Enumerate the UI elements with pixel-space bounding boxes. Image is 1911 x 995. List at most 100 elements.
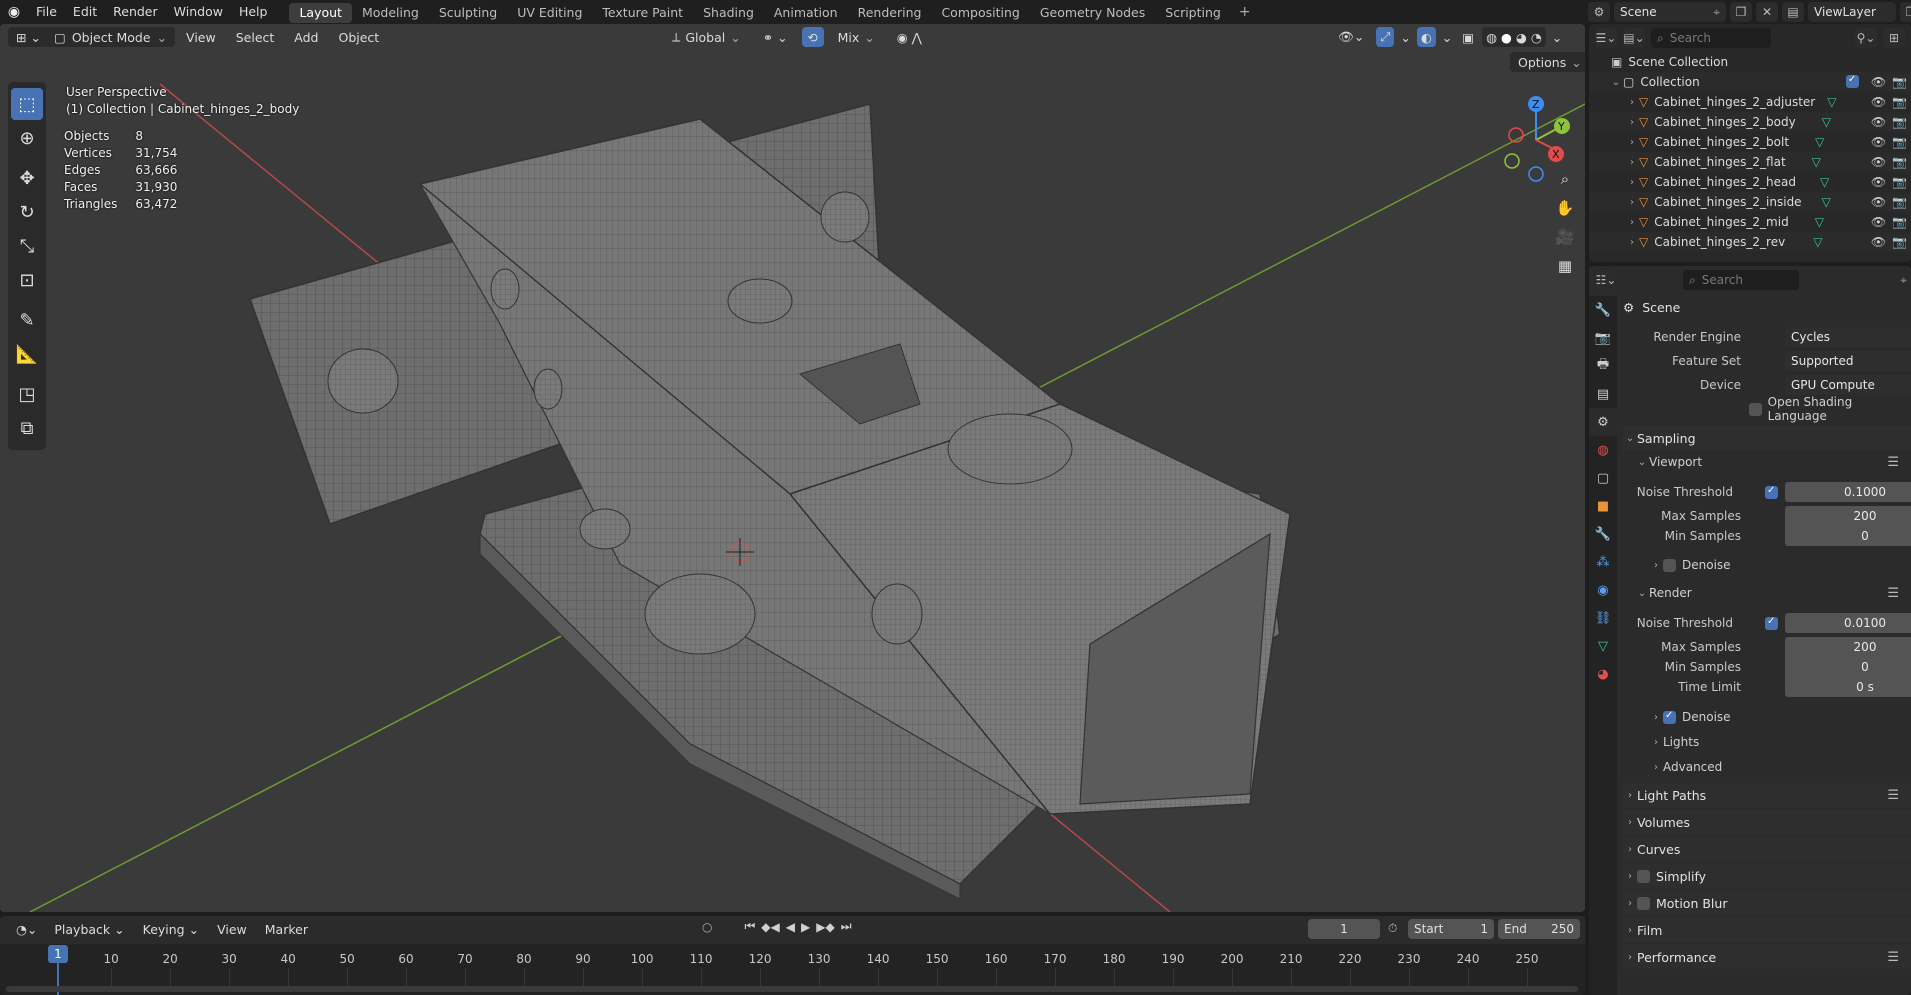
lights-subpanel[interactable]: › Lights bbox=[1649, 731, 1911, 753]
tab-shading[interactable]: Shading bbox=[693, 3, 764, 23]
tab-modeling[interactable]: Modeling bbox=[352, 3, 429, 23]
add-workspace-icon[interactable]: + bbox=[1231, 4, 1259, 20]
eye-icon[interactable]: 👁 bbox=[1871, 135, 1886, 149]
mesh-data-icon[interactable]: ▽ bbox=[1822, 115, 1831, 129]
mesh-data-icon[interactable]: ▽ bbox=[1820, 175, 1829, 189]
gizmo-toggle-icon[interactable]: ⤢ bbox=[1376, 27, 1395, 47]
max-samples-field[interactable]: 200 bbox=[1785, 506, 1911, 526]
properties-search-input[interactable]: ⌕ Search bbox=[1683, 270, 1799, 290]
time-limit-field[interactable]: 0 s bbox=[1785, 677, 1911, 697]
eye-icon[interactable]: 👁 bbox=[1871, 175, 1886, 189]
snap-mode-dropdown[interactable]: Mix ⌄ bbox=[830, 27, 883, 47]
camera-icon[interactable]: 📷 bbox=[1892, 235, 1907, 249]
xray-icon[interactable]: ▣ bbox=[1458, 27, 1478, 47]
camera-icon[interactable]: 📷 bbox=[1892, 155, 1907, 169]
scene-tab-icon[interactable]: ⚙ bbox=[1589, 408, 1617, 436]
chevron-right-icon[interactable]: › bbox=[1625, 157, 1639, 168]
menu-keying[interactable]: Keying ⌄ bbox=[134, 922, 208, 937]
options-button[interactable]: Options ⌄ bbox=[1510, 52, 1585, 72]
menu-playback[interactable]: Playback ⌄ bbox=[45, 922, 133, 937]
shading-dropdown-icon[interactable]: ⌄ bbox=[1550, 27, 1564, 47]
mesh-data-icon[interactable]: ▽ bbox=[1827, 95, 1836, 109]
chevron-right-icon[interactable]: › bbox=[1625, 217, 1639, 228]
outliner-object-row[interactable]: › ▽ Cabinet_hinges_2_inside ▽ 👁 📷 bbox=[1589, 192, 1911, 212]
sampling-panel-header[interactable]: ⌄ Sampling bbox=[1623, 426, 1911, 450]
outliner-object-row[interactable]: › ▽ Cabinet_hinges_2_flat ▽ 👁 📷 bbox=[1589, 152, 1911, 172]
timeline-scrollbar[interactable] bbox=[6, 986, 1578, 992]
start-frame-field[interactable]: Start 1 bbox=[1408, 919, 1494, 939]
viewport-subpanel-header[interactable]: ⌄ Viewport ☰ bbox=[1635, 451, 1911, 473]
menu-edit[interactable]: Edit bbox=[65, 0, 105, 24]
zoom-icon[interactable]: ⌕ bbox=[1552, 166, 1578, 192]
add-cube-tool-icon[interactable]: ◳ bbox=[11, 378, 43, 410]
denoise-checkbox[interactable] bbox=[1663, 710, 1676, 724]
light-paths-panel[interactable]: › Light Paths ☰ bbox=[1623, 783, 1911, 807]
camera-icon[interactable]: 📷 bbox=[1892, 215, 1907, 229]
proportional-edit-icon[interactable]: ◉ ⋀ bbox=[889, 27, 930, 47]
data-tab-icon[interactable]: ▽ bbox=[1589, 632, 1617, 660]
tool-tab-icon[interactable]: 🔧 bbox=[1589, 296, 1617, 324]
display-mode-icon[interactable]: ▤⌄ bbox=[1623, 28, 1645, 48]
transform-tool-icon[interactable]: ⊡ bbox=[11, 264, 43, 296]
outliner-scene-collection[interactable]: ▣ Scene Collection bbox=[1589, 52, 1911, 72]
new-view-layer-icon[interactable]: ❐ bbox=[1900, 2, 1911, 22]
editor-type-button[interactable]: ⊞ ⌄ bbox=[8, 27, 49, 47]
camera-icon[interactable]: 📷 bbox=[1892, 75, 1907, 89]
presets-list-icon[interactable]: ☰ bbox=[1887, 455, 1899, 470]
rendered-shading-icon[interactable]: ◔ bbox=[1531, 30, 1542, 45]
particles-tab-icon[interactable]: ⁂ bbox=[1589, 548, 1617, 576]
pan-hand-icon[interactable]: ✋ bbox=[1552, 195, 1578, 221]
end-frame-field[interactable]: End 250 bbox=[1498, 919, 1580, 939]
outliner-object-row[interactable]: › ▽ Cabinet_hinges_2_mid ▽ 👁 📷 bbox=[1589, 212, 1911, 232]
new-collection-icon[interactable]: ⊞ bbox=[1883, 28, 1905, 48]
exclude-checkbox[interactable] bbox=[1845, 74, 1859, 88]
object-tab-icon[interactable]: ■ bbox=[1589, 492, 1617, 520]
motion-blur-checkbox[interactable] bbox=[1637, 896, 1650, 910]
view-layer-tab-icon[interactable]: ▤ bbox=[1589, 380, 1617, 408]
scale-tool-icon[interactable]: ⤡ bbox=[11, 230, 43, 262]
camera-view-icon[interactable]: 🎥 bbox=[1552, 224, 1578, 250]
pin-icon[interactable]: ⌖ bbox=[1900, 273, 1907, 288]
render-subpanel-header[interactable]: ⌄ Render ☰ bbox=[1635, 582, 1911, 604]
outliner-collection[interactable]: ⌄▢ Collection 👁 📷 bbox=[1589, 72, 1911, 92]
outliner-object-row[interactable]: › ▽ Cabinet_hinges_2_adjuster ▽ 👁 📷 bbox=[1589, 92, 1911, 112]
playhead[interactable]: 1 bbox=[48, 945, 68, 963]
min-samples-field[interactable]: 0 bbox=[1785, 657, 1911, 677]
wireframe-shading-icon[interactable]: ◍ bbox=[1486, 30, 1497, 45]
measure-tool-icon[interactable]: 📐 bbox=[11, 338, 43, 370]
tab-scripting[interactable]: Scripting bbox=[1155, 3, 1231, 23]
performance-panel[interactable]: › Performance ☰ bbox=[1623, 945, 1911, 969]
outliner-object-row[interactable]: › ▽ Cabinet_hinges_2_body ▽ 👁 📷 bbox=[1589, 112, 1911, 132]
outliner-search-input[interactable]: ⌕ Search bbox=[1651, 28, 1771, 48]
jump-end-icon[interactable]: ⏭ bbox=[841, 919, 852, 934]
mesh-data-icon[interactable]: ▽ bbox=[1812, 155, 1821, 169]
stopwatch-icon[interactable]: ⏱ bbox=[1388, 921, 1397, 936]
simplify-panel[interactable]: › Simplify bbox=[1623, 864, 1911, 888]
tab-layout[interactable]: Layout bbox=[289, 3, 352, 23]
physics-tab-icon[interactable]: ◉ bbox=[1589, 576, 1617, 604]
timeline-editor-icon[interactable]: ◔⌄ bbox=[8, 919, 45, 939]
current-frame-field[interactable]: 1 bbox=[1308, 919, 1380, 939]
menu-view[interactable]: View bbox=[208, 922, 256, 937]
snap-toggle-icon[interactable]: ⟲ bbox=[801, 27, 824, 47]
jump-start-icon[interactable]: ⏮ bbox=[744, 919, 755, 934]
menu-render[interactable]: Render bbox=[105, 0, 166, 24]
tab-sculpting[interactable]: Sculpting bbox=[429, 3, 507, 23]
mesh-data-icon[interactable]: ▽ bbox=[1822, 195, 1831, 209]
noise-threshold-checkbox[interactable] bbox=[1765, 485, 1778, 499]
chevron-right-icon[interactable]: › bbox=[1625, 97, 1639, 108]
volumes-panel[interactable]: › Volumes bbox=[1623, 810, 1911, 834]
denoise-checkbox[interactable] bbox=[1663, 558, 1676, 572]
film-panel[interactable]: › Film bbox=[1623, 918, 1911, 942]
select-box-tool-icon[interactable]: ⬚ bbox=[11, 88, 43, 120]
vp-denoise-subpanel[interactable]: › Denoise bbox=[1649, 554, 1911, 576]
motion-blur-panel[interactable]: › Motion Blur bbox=[1623, 891, 1911, 915]
menu-add[interactable]: Add bbox=[285, 30, 327, 45]
gizmo-dropdown-icon[interactable]: ⌄ bbox=[1398, 27, 1412, 47]
osl-checkbox-box[interactable] bbox=[1749, 402, 1762, 416]
properties-editor-icon[interactable]: ☷⌄ bbox=[1595, 270, 1617, 290]
jump-keyframe-forward-icon[interactable]: ▶◆ bbox=[816, 920, 834, 934]
eye-icon[interactable]: 👁 bbox=[1871, 235, 1886, 249]
material-shading-icon[interactable]: ◕ bbox=[1516, 30, 1527, 45]
shading-mode-buttons[interactable]: ◍ ● ◕ ◔ bbox=[1482, 27, 1546, 47]
